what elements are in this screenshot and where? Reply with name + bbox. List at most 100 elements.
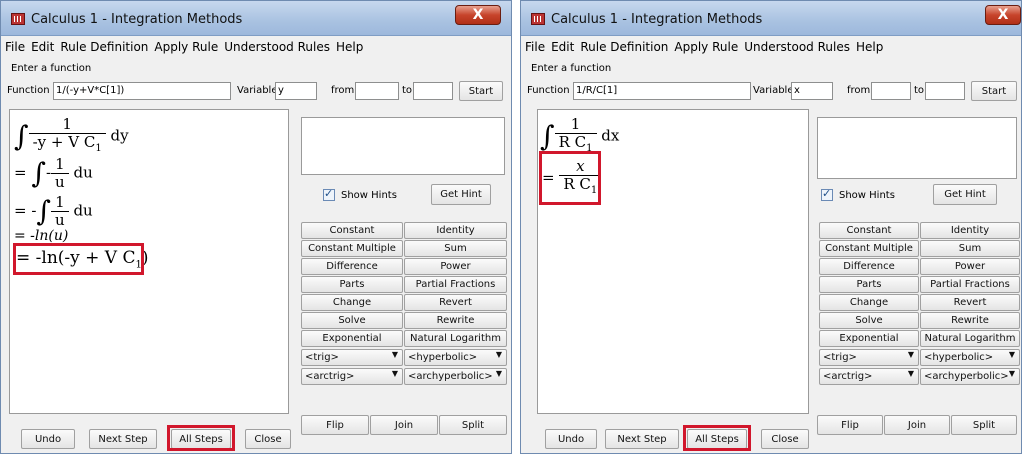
show-hints-checkbox[interactable]: Show Hints <box>323 187 397 201</box>
trig-dropdown[interactable]: <trig> ▼ <box>819 349 919 366</box>
to-label: to <box>402 85 413 96</box>
step-log: = -ln(u) <box>14 228 69 244</box>
hyperbolic-dropdown[interactable]: <hyperbolic> ▼ <box>404 349 507 366</box>
to-input[interactable] <box>925 82 965 100</box>
menu-bar: File Edit Rule Definition Apply Rule Und… <box>521 37 1021 57</box>
from-label: from <box>847 85 871 96</box>
arctrig-dropdown[interactable]: <arctrig> ▼ <box>819 368 919 385</box>
function-label: Function <box>527 85 570 96</box>
rule-difference-button[interactable]: Difference <box>301 258 403 275</box>
next-step-button[interactable]: Next Step <box>605 429 679 449</box>
split-button[interactable]: Split <box>439 415 507 435</box>
rule-exponential-button[interactable]: Exponential <box>301 330 403 347</box>
rule-identity-button[interactable]: Identity <box>404 222 507 239</box>
rule-parts-button[interactable]: Parts <box>819 276 919 293</box>
integration-window-right: Calculus 1 - Integration Methods X File … <box>520 0 1022 454</box>
menu-file[interactable]: File <box>525 40 545 54</box>
hyperbolic-dropdown[interactable]: <hyperbolic> ▼ <box>920 349 1020 366</box>
title-bar[interactable]: Calculus 1 - Integration Methods X <box>1 1 511 36</box>
start-button[interactable]: Start <box>971 81 1017 101</box>
window-close-button[interactable]: X <box>455 5 501 25</box>
function-input[interactable]: 1/(-y+V*C[1]) <box>53 82 231 100</box>
rule-solve-button[interactable]: Solve <box>301 312 403 329</box>
show-hints-checkbox[interactable]: Show Hints <box>821 187 895 201</box>
menu-bar: File Edit Rule Definition Apply Rule Und… <box>1 37 511 57</box>
title-bar[interactable]: Calculus 1 - Integration Methods X <box>521 1 1021 36</box>
all-steps-highlight <box>683 425 751 451</box>
rule-exponential-button[interactable]: Exponential <box>819 330 919 347</box>
archyperbolic-dropdown[interactable]: <archyperbolic> ▼ <box>404 368 507 385</box>
all-steps-highlight <box>167 425 235 451</box>
join-button[interactable]: Join <box>370 415 438 435</box>
rule-parts-button[interactable]: Parts <box>301 276 403 293</box>
window-close-button[interactable]: X <box>985 5 1021 25</box>
undo-button[interactable]: Undo <box>545 429 597 449</box>
flip-button[interactable]: Flip <box>817 415 883 435</box>
menu-rule-definition[interactable]: Rule Definition <box>60 40 148 54</box>
rule-rewrite-button[interactable]: Rewrite <box>920 312 1020 329</box>
from-input[interactable] <box>355 82 399 100</box>
chevron-down-icon: ▼ <box>1008 350 1015 359</box>
rule-change-button[interactable]: Change <box>301 294 403 311</box>
hyperbolic-dropdown-value: <hyperbolic> <box>408 352 478 363</box>
rule-difference-button[interactable]: Difference <box>819 258 919 275</box>
archyperbolic-dropdown-value: <archyperbolic> <box>408 371 493 382</box>
rule-constant-button[interactable]: Constant <box>819 222 919 239</box>
rule-change-button[interactable]: Change <box>819 294 919 311</box>
step-integral: ∫ 1 -y + V C1 dy <box>14 116 129 157</box>
rule-sum-button[interactable]: Sum <box>404 240 507 257</box>
rule-revert-button[interactable]: Revert <box>920 294 1020 311</box>
start-button[interactable]: Start <box>459 81 503 101</box>
arctrig-dropdown[interactable]: <arctrig> ▼ <box>301 368 403 385</box>
rule-revert-button[interactable]: Revert <box>404 294 507 311</box>
menu-help[interactable]: Help <box>336 40 363 54</box>
menu-apply-rule[interactable]: Apply Rule <box>154 40 218 54</box>
from-input[interactable] <box>871 82 911 100</box>
menu-rule-definition[interactable]: Rule Definition <box>580 40 668 54</box>
menu-edit[interactable]: Edit <box>31 40 54 54</box>
checkbox-icon <box>821 187 833 201</box>
rule-solve-button[interactable]: Solve <box>819 312 919 329</box>
menu-edit[interactable]: Edit <box>551 40 574 54</box>
rule-sum-button[interactable]: Sum <box>920 240 1020 257</box>
close-button[interactable]: Close <box>245 429 291 449</box>
rule-partial-fractions-button[interactable]: Partial Fractions <box>404 276 507 293</box>
to-input[interactable] <box>413 82 453 100</box>
rule-constant-button[interactable]: Constant <box>301 222 403 239</box>
rule-power-button[interactable]: Power <box>404 258 507 275</box>
rule-constant-multiple-button[interactable]: Constant Multiple <box>819 240 919 257</box>
rule-identity-button[interactable]: Identity <box>920 222 1020 239</box>
menu-help[interactable]: Help <box>856 40 883 54</box>
function-input[interactable]: 1/R/C[1] <box>573 82 751 100</box>
join-button[interactable]: Join <box>884 415 950 435</box>
rule-partial-fractions-button[interactable]: Partial Fractions <box>920 276 1020 293</box>
flip-button[interactable]: Flip <box>301 415 369 435</box>
menu-understood-rules[interactable]: Understood Rules <box>224 40 330 54</box>
app-icon <box>531 13 545 25</box>
rule-natural-logarithm-button[interactable]: Natural Logarithm <box>920 330 1020 347</box>
close-button[interactable]: Close <box>761 429 809 449</box>
chevron-down-icon: ▼ <box>495 350 502 359</box>
step-constant-multiple: = -∫ 1 u du <box>14 193 93 229</box>
menu-apply-rule[interactable]: Apply Rule <box>674 40 738 54</box>
split-button[interactable]: Split <box>951 415 1017 435</box>
trig-dropdown[interactable]: <trig> ▼ <box>301 349 403 366</box>
rule-constant-multiple-button[interactable]: Constant Multiple <box>301 240 403 257</box>
rule-natural-logarithm-button[interactable]: Natural Logarithm <box>404 330 507 347</box>
rule-rewrite-button[interactable]: Rewrite <box>404 312 507 329</box>
variable-input[interactable]: y <box>275 82 317 100</box>
show-hints-label: Show Hints <box>341 189 397 201</box>
undo-button[interactable]: Undo <box>21 429 75 449</box>
chevron-down-icon: ▼ <box>495 369 502 378</box>
hint-box <box>301 117 505 175</box>
archyperbolic-dropdown[interactable]: <archyperbolic> ▼ <box>920 368 1020 385</box>
enter-function-label: Enter a function <box>11 63 92 74</box>
variable-input[interactable]: x <box>791 82 833 100</box>
next-step-button[interactable]: Next Step <box>89 429 157 449</box>
variable-label: Variable <box>753 85 794 96</box>
rule-power-button[interactable]: Power <box>920 258 1020 275</box>
menu-understood-rules[interactable]: Understood Rules <box>744 40 850 54</box>
get-hint-button[interactable]: Get Hint <box>431 184 491 205</box>
menu-file[interactable]: File <box>5 40 25 54</box>
get-hint-button[interactable]: Get Hint <box>933 184 997 205</box>
